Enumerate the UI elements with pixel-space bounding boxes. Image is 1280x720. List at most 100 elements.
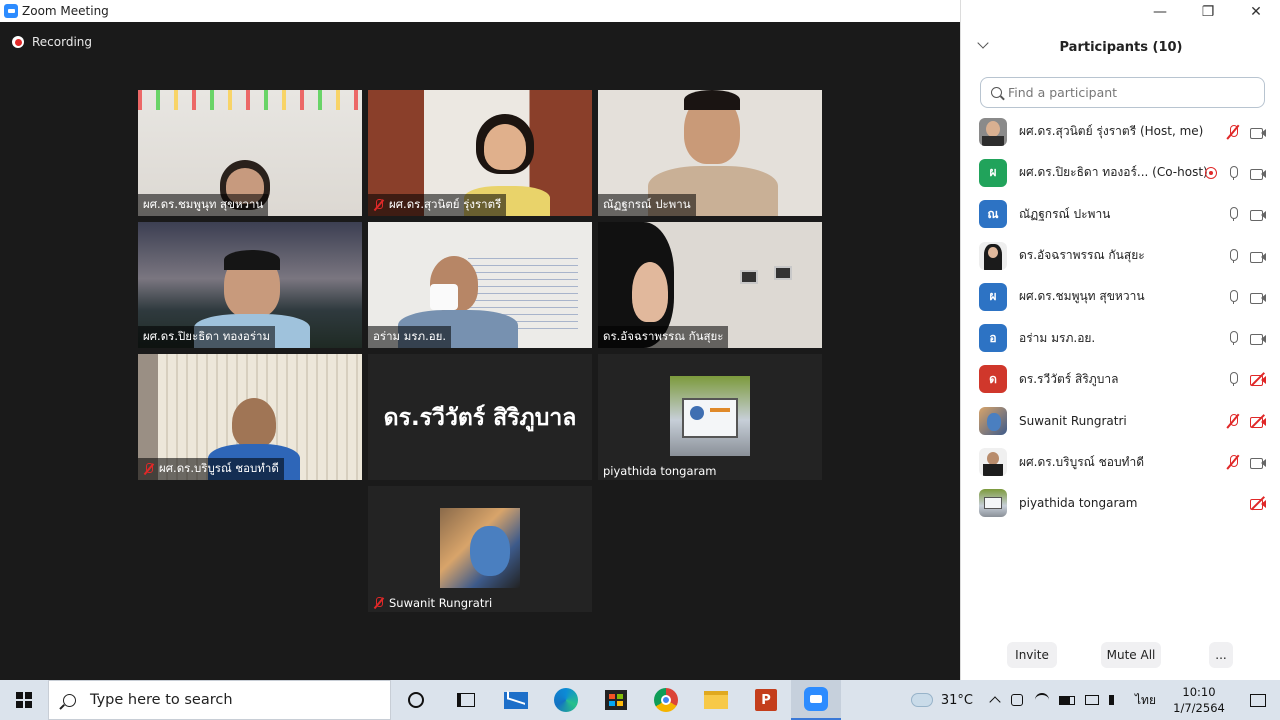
mail-app-icon[interactable] (491, 680, 541, 720)
participant-row[interactable]: Suwanit Rungratri (961, 400, 1280, 441)
video-tile[interactable]: ผศ.ดร.สุวนิตย์ รุ่งราตรี (368, 90, 592, 216)
participant-row[interactable]: ผ ผศ.ดร.ปิยะธิดา ทองอร์... (Co-host) (961, 152, 1280, 193)
file-explorer-icon[interactable] (691, 680, 741, 720)
participant-row[interactable]: อ อร่าม มรภ.อย. (961, 317, 1280, 358)
mic-icon[interactable] (1225, 330, 1241, 346)
video-tile-camera-off[interactable]: Suwanit Rungratri (368, 486, 592, 612)
clock[interactable]: 10:10 1/7/2564 (1162, 684, 1236, 716)
store-icon[interactable] (591, 680, 641, 720)
participant-list: ผศ.ดร.สุวนิตย์ รุ่งราตรี (Host, me) ผ ผศ… (961, 111, 1280, 524)
taskbar-search-placeholder: Type here to search (90, 692, 233, 708)
avatar (979, 241, 1007, 270)
participant-name: ณัฏฐกรณ์ ปะพาน (1019, 206, 1111, 221)
notification-icon[interactable] (1250, 693, 1266, 707)
panel-header: Participants (10) (961, 36, 1280, 58)
wifi-icon[interactable] (1035, 693, 1050, 707)
tile-name: ณัฏฐกรณ์ ปะพาน (598, 194, 696, 216)
profile-picture (670, 376, 750, 456)
recording-icon (1205, 166, 1217, 179)
participant-name: ผศ.ดร.บริบูรณ์ ชอบทำดี (1019, 454, 1144, 469)
video-tile[interactable]: ผศ.ดร.บริบูรณ์ ชอบทำดี (138, 354, 362, 480)
mic-icon[interactable] (1225, 371, 1241, 387)
tile-name: ผศ.ดร.ปิยะธิดา ทองอร่าม (138, 326, 276, 348)
tile-name: Suwanit Rungratri (368, 594, 497, 612)
video-on-icon[interactable] (1249, 454, 1267, 470)
video-tile-camera-off[interactable]: ดร.รวีวัตร์ สิริภูบาล (368, 354, 592, 480)
mic-muted-icon[interactable] (1225, 124, 1241, 140)
participant-row[interactable]: ณ ณัฏฐกรณ์ ปะพาน (961, 194, 1280, 235)
zoom-app-icon (4, 4, 18, 18)
windows-taskbar: Type here to search P 31°C ไทย 10:10 1/7… (0, 680, 1280, 720)
avatar (979, 489, 1007, 518)
participant-search[interactable] (980, 77, 1265, 108)
cortana-icon[interactable] (391, 680, 441, 720)
taskbar-search-box[interactable]: Type here to search (48, 680, 391, 720)
video-tile[interactable]: ผศ.ดร.ชมพูนุท สุขหวาน (138, 90, 362, 216)
tile-name: piyathida tongaram (603, 464, 717, 478)
participants-title: Participants (10) (1059, 39, 1183, 55)
video-off-icon[interactable] (1249, 371, 1267, 387)
edge-browser-icon[interactable] (541, 680, 591, 720)
video-off-icon[interactable] (1249, 495, 1267, 511)
close-icon[interactable]: ✕ (1232, 0, 1280, 24)
volume-icon[interactable] (1109, 695, 1121, 705)
participant-row[interactable]: ดร.อัจฉราพรรณ กันสุยะ (961, 235, 1280, 276)
mic-icon[interactable] (1225, 165, 1241, 181)
mic-icon[interactable] (1225, 248, 1241, 264)
weather-icon[interactable] (910, 693, 933, 707)
meet-now-icon[interactable] (1011, 694, 1024, 706)
video-tile-camera-off[interactable]: piyathida tongaram (598, 354, 822, 480)
maximize-icon[interactable]: ❐ (1184, 0, 1232, 24)
video-off-icon[interactable] (1249, 413, 1267, 429)
mute-all-button[interactable]: Mute All (1101, 642, 1161, 668)
task-view-icon[interactable] (441, 680, 491, 720)
chrome-browser-icon[interactable] (641, 680, 691, 720)
mic-muted-icon[interactable] (1225, 454, 1241, 470)
participant-row[interactable]: ผ ผศ.ดร.ชมพูนุท สุขหวาน (961, 276, 1280, 317)
clock-date: 1/7/2564 (1173, 701, 1225, 715)
participant-row[interactable]: ผศ.ดร.สุวนิตย์ รุ่งราตรี (Host, me) (961, 111, 1280, 152)
video-on-icon[interactable] (1249, 330, 1267, 346)
participant-row[interactable]: ด ดร.รวีวัตร์ สิริภูบาล (961, 359, 1280, 400)
more-options-button[interactable]: ... (1209, 642, 1233, 668)
recording-indicator[interactable]: Recording (12, 35, 92, 49)
video-tile-active-speaker[interactable]: ผศ.ดร.ปิยะธิดา ทองอร่าม (138, 222, 362, 348)
mic-muted-icon[interactable] (1225, 413, 1241, 429)
avatar (979, 448, 1007, 477)
participant-name: ผศ.ดร.ชมพูนุท สุขหวาน (1019, 289, 1145, 304)
video-tile[interactable]: อร่าม มรภ.อย. (368, 222, 592, 348)
participant-name: ดร.รวีวัตร์ สิริภูบาล (1019, 371, 1119, 386)
video-on-icon[interactable] (1249, 206, 1267, 222)
recording-label: Recording (32, 35, 93, 49)
battery-icon[interactable] (1059, 695, 1076, 705)
video-tile[interactable]: ณัฏฐกรณ์ ปะพาน (598, 90, 822, 216)
zoom-taskbar-icon[interactable] (791, 680, 841, 720)
video-on-icon[interactable] (1249, 124, 1267, 140)
windows-logo-icon (16, 692, 32, 708)
window-controls: — ❐ ✕ (1136, 0, 1280, 24)
chevron-up-icon[interactable] (989, 696, 1001, 708)
minimize-icon[interactable]: — (1136, 0, 1184, 24)
participant-search-input[interactable] (1008, 85, 1238, 100)
network-icon[interactable] (1085, 695, 1100, 705)
input-language[interactable]: ไทย (1135, 691, 1156, 710)
start-button[interactable] (0, 680, 48, 720)
profile-picture (440, 508, 520, 588)
mic-icon[interactable] (1225, 206, 1241, 222)
video-on-icon[interactable] (1249, 165, 1267, 181)
system-tray: 31°C ไทย 10:10 1/7/2564 (910, 680, 1280, 720)
video-on-icon[interactable] (1249, 248, 1267, 264)
powerpoint-icon[interactable]: P (741, 680, 791, 720)
video-on-icon[interactable] (1249, 289, 1267, 305)
muted-mic-icon (373, 597, 385, 609)
tile-name: อร่าม มรภ.อย. (368, 326, 452, 348)
invite-button[interactable]: Invite (1007, 642, 1057, 668)
participant-row[interactable]: piyathida tongaram (961, 483, 1280, 524)
mic-icon[interactable] (1225, 289, 1241, 305)
window-title: Zoom Meeting (22, 4, 109, 18)
participant-row[interactable]: ผศ.ดร.บริบูรณ์ ชอบทำดี (961, 441, 1280, 482)
avatar (979, 406, 1007, 435)
temperature[interactable]: 31°C (941, 693, 973, 708)
search-icon (991, 87, 1002, 98)
video-tile[interactable]: ดร.อัจฉราพรรณ กันสุยะ (598, 222, 822, 348)
